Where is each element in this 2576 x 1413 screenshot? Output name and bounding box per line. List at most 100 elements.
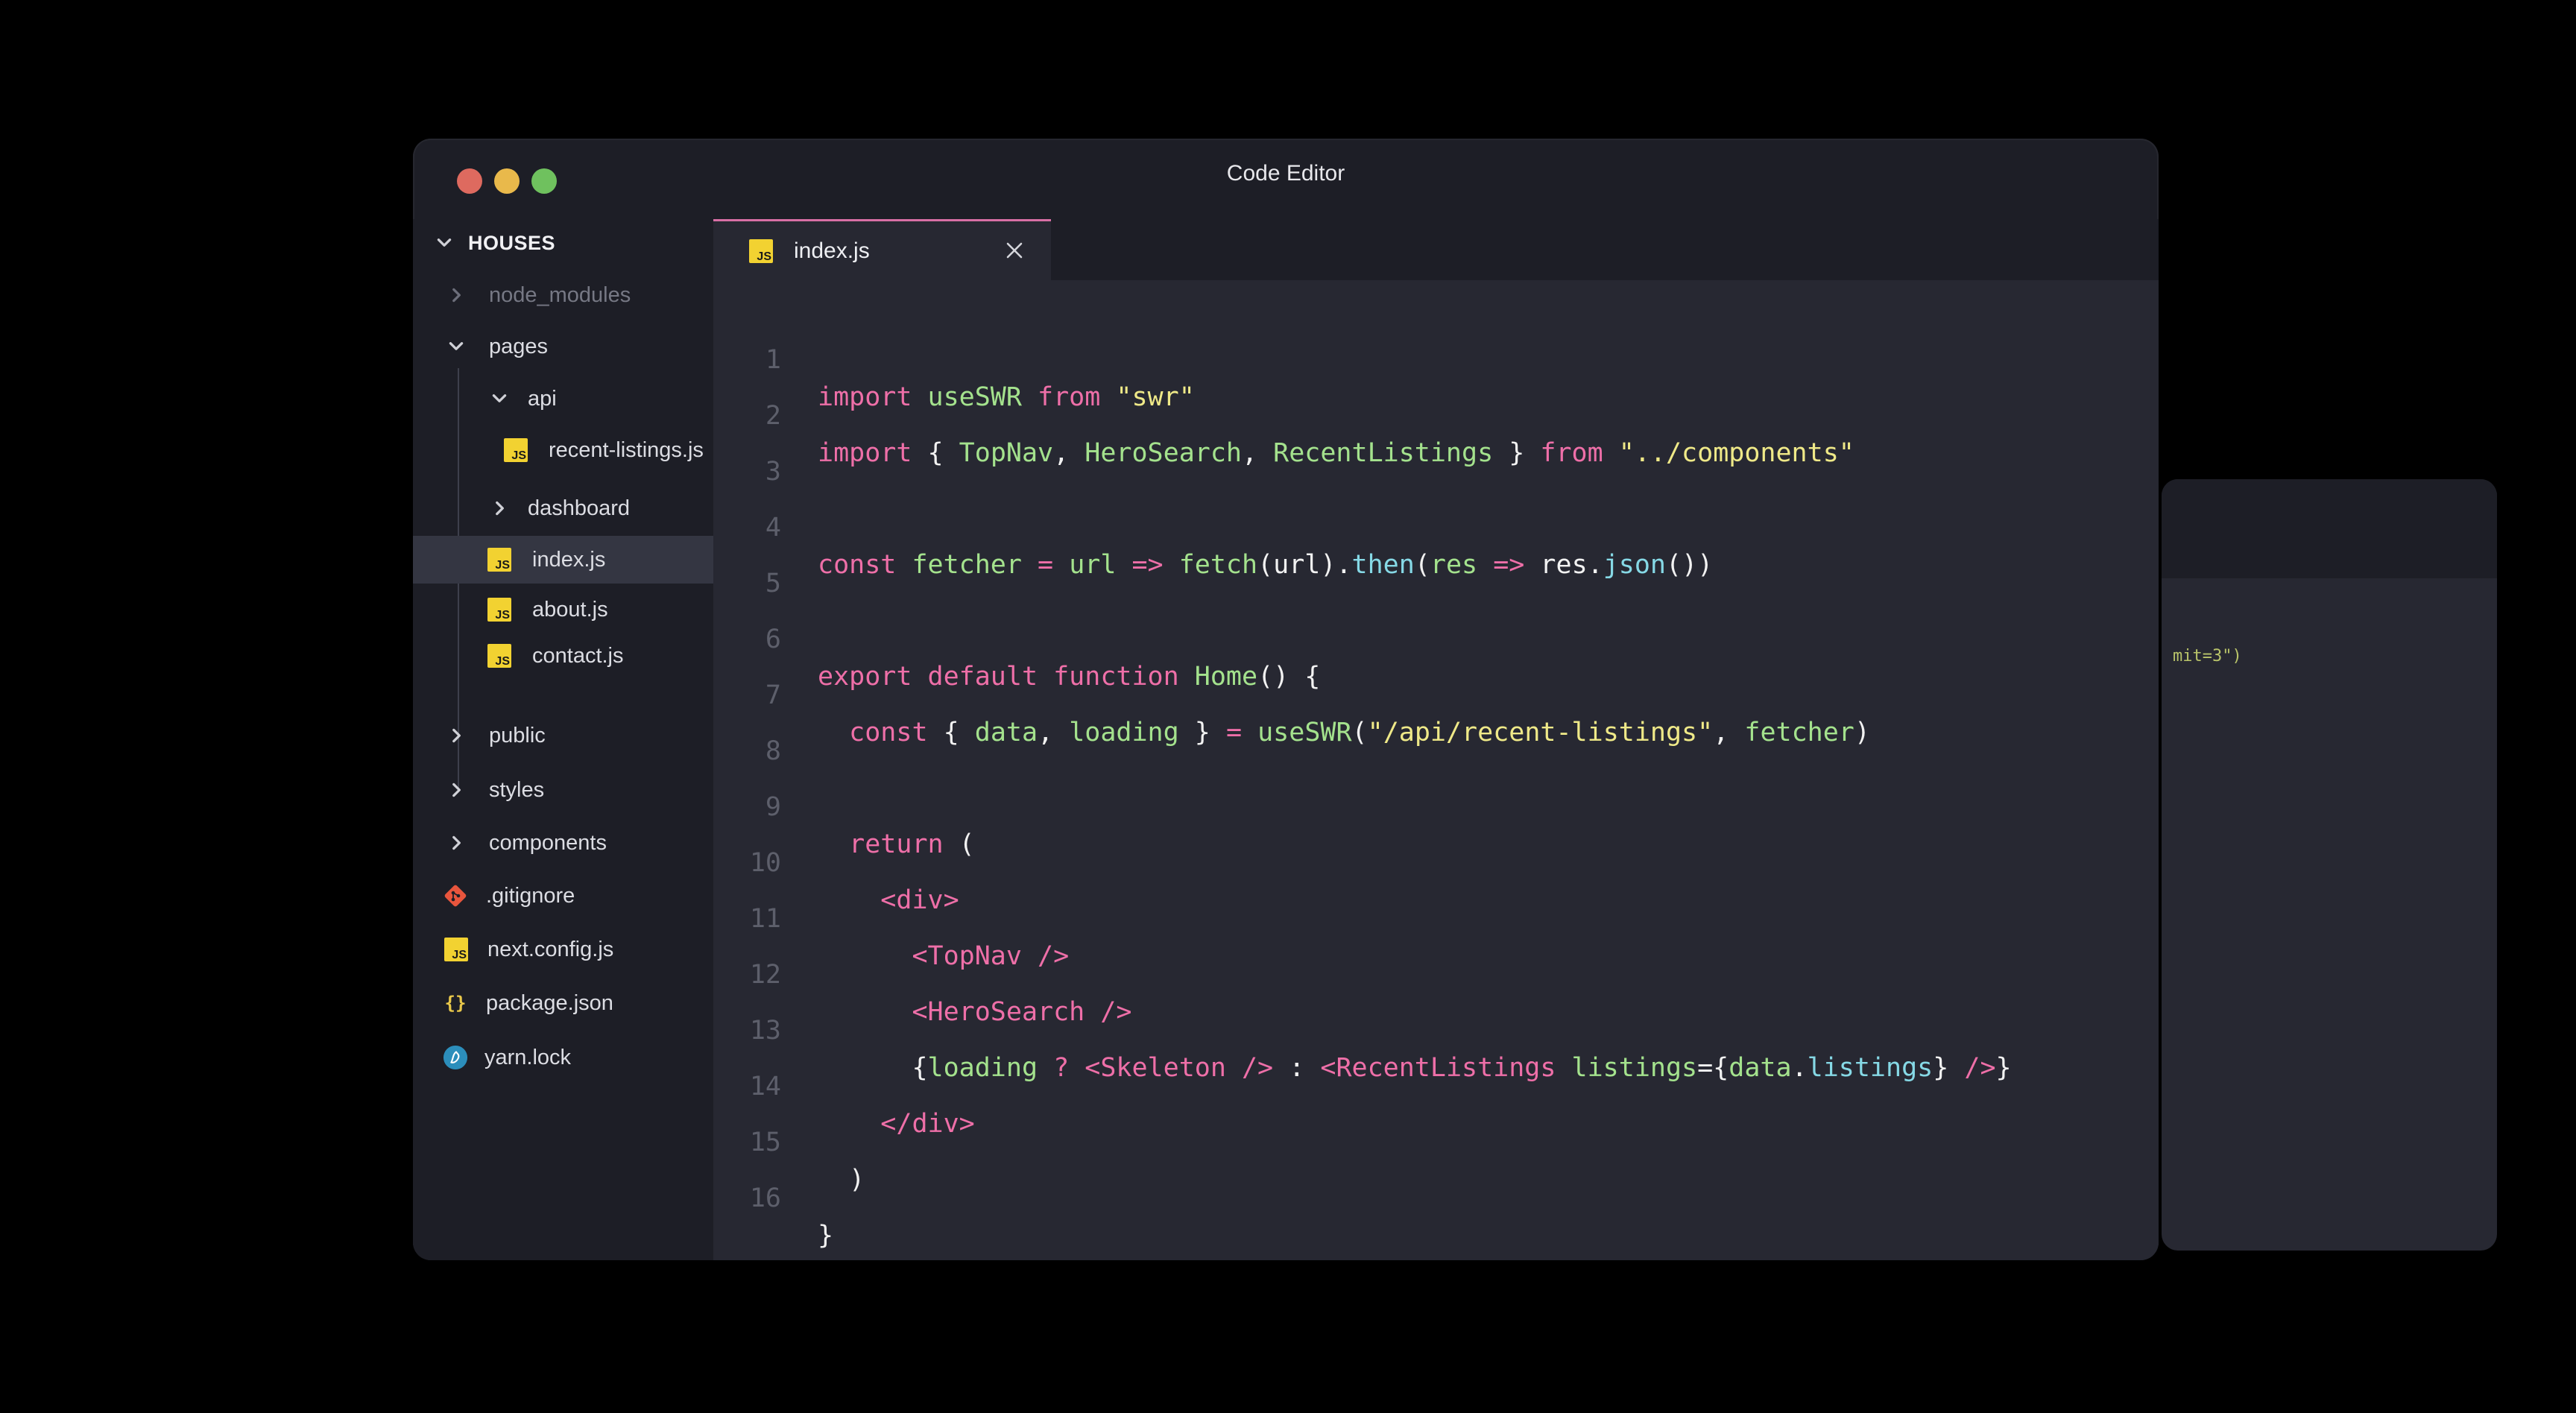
tree-item-label: next.config.js: [487, 937, 614, 961]
code-token: (: [959, 829, 975, 859]
code-line: 5: [713, 528, 839, 598]
tree-item-public[interactable]: public: [413, 712, 713, 759]
tree-item-yarn-lock[interactable]: yarn.lock: [413, 1034, 713, 1081]
chevron-down-icon: [486, 385, 513, 412]
tab-bar: index.js: [713, 219, 2159, 280]
code-line: 9 return (: [713, 751, 975, 859]
tree-item-pages[interactable]: pages: [413, 323, 713, 370]
code-token: ()): [1666, 550, 1714, 580]
code-token: loading: [1069, 718, 1179, 747]
code-token: () {: [1257, 662, 1321, 692]
code-token: json: [1603, 550, 1667, 580]
code-token: :: [1289, 1053, 1305, 1083]
js-file-icon: [504, 438, 528, 462]
code-token: fetcher: [912, 550, 1022, 580]
tree-item-gitignore[interactable]: .gitignore: [413, 872, 713, 920]
code-token: ): [1854, 718, 1870, 747]
editor-pane: index.js 1 import useSWR from "swr" 2 im…: [713, 219, 2159, 1260]
code-token: default: [927, 662, 1038, 692]
explorer-root-houses[interactable]: HOUSES: [413, 219, 713, 267]
tree-item-about-js[interactable]: about.js: [413, 586, 713, 633]
chevron-right-icon: [486, 495, 513, 522]
tree-item-dashboard[interactable]: dashboard: [413, 484, 713, 532]
tree-item-label: api: [528, 386, 557, 411]
code-token: }: [1194, 718, 1210, 747]
code-token: data: [1729, 1053, 1792, 1083]
code-token: ,: [1713, 718, 1729, 747]
code-token: ): [849, 1165, 865, 1195]
code-token: HeroSearch: [1085, 438, 1242, 468]
explorer-root-label: HOUSES: [468, 231, 556, 254]
code-token: }: [1509, 438, 1525, 468]
code-line: 2 import { TopNav, HeroSearch, RecentLis…: [713, 360, 1854, 468]
code-token: }: [1995, 1053, 2012, 1083]
code-token: ?: [1053, 1053, 1070, 1083]
code-token: res.: [1540, 550, 1603, 580]
background-tabbar: [2162, 479, 2497, 578]
js-file-icon: [487, 548, 511, 572]
code-line: 13 {loading ? <Skeleton /> : <RecentList…: [713, 975, 2012, 1083]
code-token: }: [1933, 1053, 1949, 1083]
code-token: listings: [1807, 1053, 1933, 1083]
file-explorer: HOUSES node_modules pages api recent-lis…: [413, 219, 713, 1260]
tree-item-api[interactable]: api: [413, 375, 713, 423]
tree-item-components[interactable]: components: [413, 819, 713, 867]
code-token: const: [849, 718, 928, 747]
code-token: "../components": [1618, 438, 1854, 468]
code-token: <RecentListings: [1320, 1053, 1556, 1083]
close-tab-icon[interactable]: [1003, 239, 1026, 262]
chevron-right-icon: [443, 282, 470, 309]
code-token: ={: [1697, 1053, 1729, 1083]
code-token: useSWR: [927, 382, 1022, 412]
tab-index-js[interactable]: index.js: [713, 219, 1051, 280]
code-token: {: [943, 718, 959, 747]
code-token: (: [1351, 718, 1368, 747]
code-line: 10 <div>: [713, 807, 959, 915]
code-line: 16 }: [713, 1142, 839, 1251]
tab-label: index.js: [794, 238, 870, 263]
tree-item-label: package.json: [486, 990, 613, 1015]
chevron-down-icon: [431, 230, 458, 256]
code-token: }: [818, 1221, 834, 1251]
tree-item-label: public: [489, 723, 546, 747]
tree-item-next-config-js[interactable]: next.config.js: [413, 926, 713, 973]
code-token: =: [1225, 718, 1243, 747]
background-editor-window: mit=3"): [2162, 479, 2497, 1251]
code-token: return: [849, 829, 944, 859]
code-token: function: [1053, 662, 1179, 692]
code-token: <Skeleton />: [1085, 1053, 1274, 1083]
tree-item-contact-js[interactable]: contact.js: [413, 632, 713, 680]
code-line: 8: [713, 695, 839, 766]
code-token: from: [1540, 438, 1603, 468]
code-token: (url).: [1257, 550, 1352, 580]
code-line: 12 <HeroSearch />: [713, 919, 1132, 1027]
tree-item-label: recent-listings.js: [549, 437, 704, 462]
code-token: ,: [1038, 718, 1054, 747]
code-token: {: [912, 1053, 928, 1083]
code-token: from: [1038, 382, 1101, 412]
tree-item-package-json[interactable]: {} package.json: [413, 979, 713, 1027]
chevron-right-icon: [443, 777, 470, 803]
js-file-icon: [444, 938, 468, 961]
tree-item-recent-listings-js[interactable]: recent-listings.js: [413, 426, 713, 474]
yarn-icon: [443, 1045, 468, 1070]
code-line: 1 import useSWR from "swr": [713, 304, 1195, 412]
chevron-right-icon: [443, 722, 470, 749]
tree-item-node-modules[interactable]: node_modules: [413, 271, 713, 319]
code-area[interactable]: 1 import useSWR from "swr" 2 import { To…: [713, 280, 2159, 1260]
js-file-icon: [487, 644, 511, 668]
code-token: "swr": [1116, 382, 1195, 412]
tree-item-label: contact.js: [532, 643, 624, 668]
code-token: ,: [1241, 438, 1258, 468]
js-file-icon: [749, 238, 773, 263]
chevron-right-icon: [443, 829, 470, 856]
code-token: res: [1430, 550, 1478, 580]
tree-item-label: index.js: [532, 547, 606, 572]
code-token: {: [927, 438, 944, 468]
tree-item-label: about.js: [532, 597, 608, 622]
tree-item-index-js[interactable]: index.js: [413, 536, 713, 584]
tree-item-styles[interactable]: styles: [413, 766, 713, 814]
code-token: data: [974, 718, 1038, 747]
code-token: url: [1069, 550, 1117, 580]
tree-item-label: .gitignore: [486, 883, 575, 908]
